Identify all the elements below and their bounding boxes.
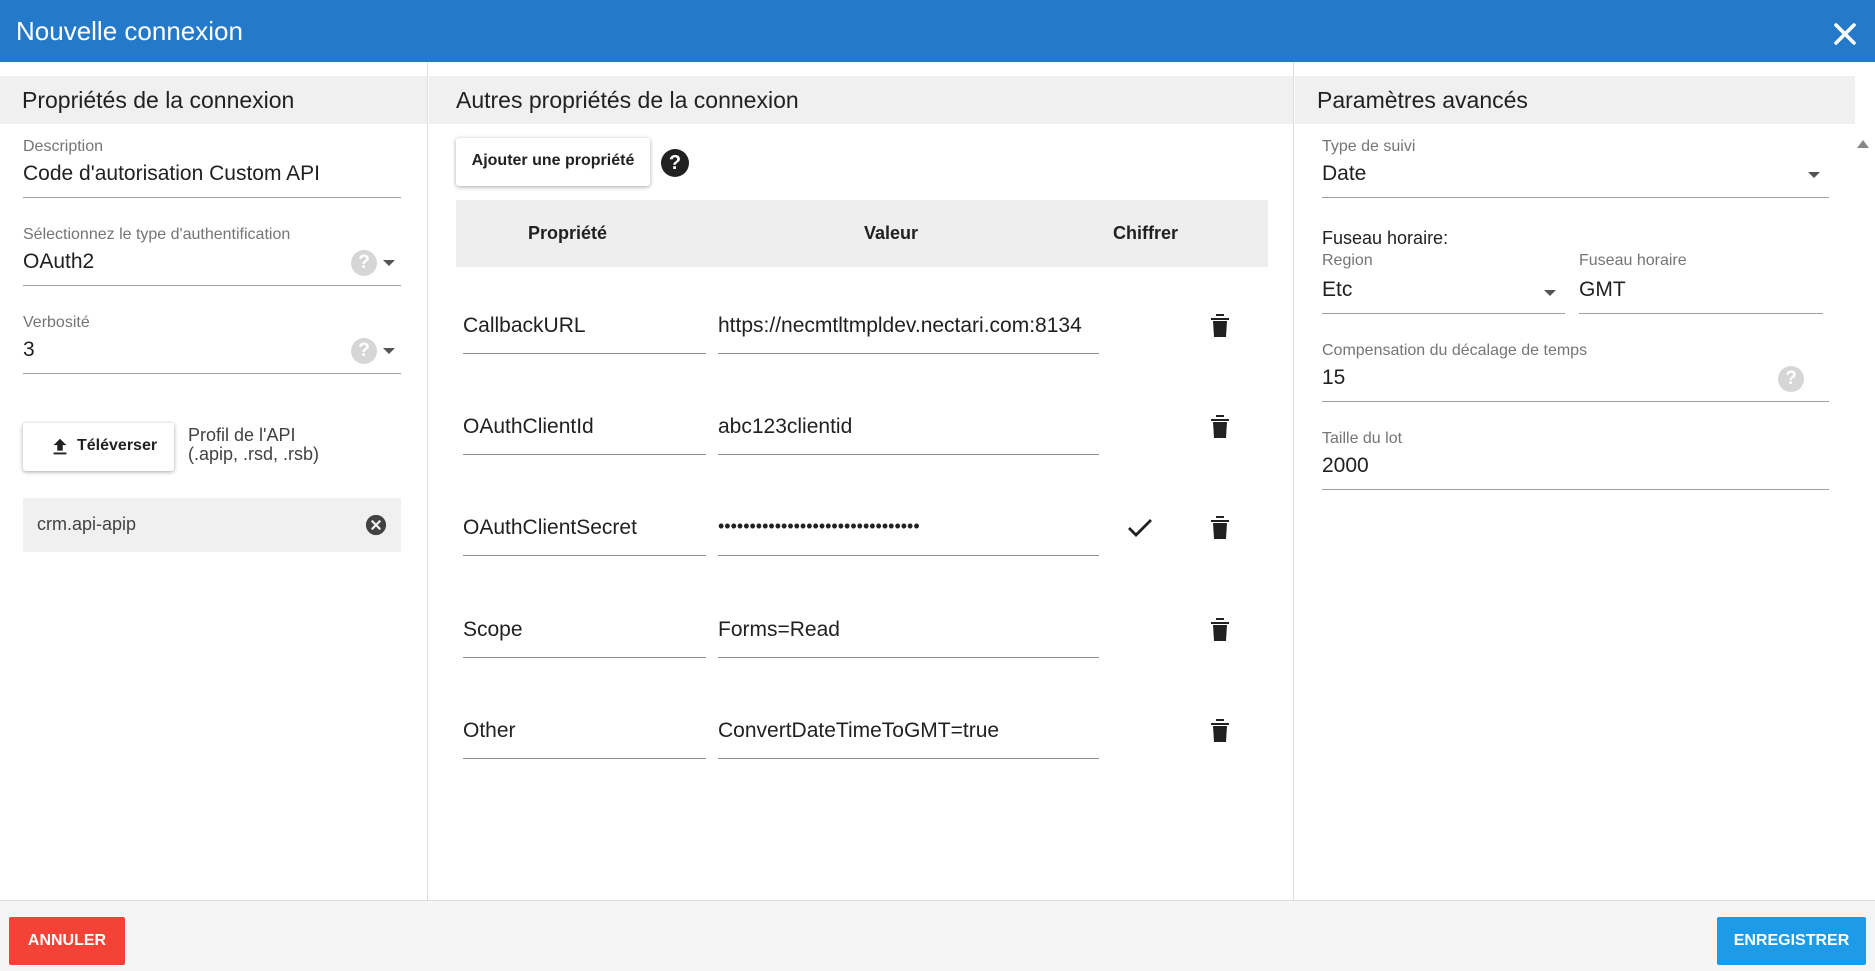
table-row: Other ConvertDateTimeToGMT=true [456, 699, 1268, 759]
tracking-type-label: Type de suivi [1322, 138, 1416, 155]
property-value-input[interactable]: https://necmtltmpldev.nectari.com:8134 [718, 294, 1099, 354]
property-name-text[interactable]: OAuthClientSecret [463, 516, 637, 540]
property-value-input[interactable]: abc123clientid [718, 395, 1099, 455]
property-name-text[interactable]: CallbackURL [463, 314, 586, 338]
api-profile-label: Profil de l'API (.apip, .rsd, .rsb) [188, 426, 319, 464]
upload-button[interactable]: Téléverser [23, 423, 174, 471]
file-chip-name: crm.api-apip [37, 514, 137, 534]
property-value-text[interactable]: ConvertDateTimeToGMT=true [718, 719, 1099, 743]
property-name-text[interactable]: Other [463, 719, 516, 743]
dialog-footer: ANNULER ENREGISTRER [0, 900, 1875, 971]
timezone-input[interactable]: Fuseau horaire GMT [1579, 252, 1823, 314]
close-icon[interactable] [1827, 16, 1863, 52]
property-name-input[interactable]: Other [463, 699, 706, 759]
table-row: CallbackURL https://necmtltmpldev.nectar… [456, 294, 1268, 354]
batch-size-input[interactable]: Taille du lot 2000 [1322, 430, 1829, 490]
remove-circle-icon[interactable] [365, 514, 387, 536]
add-property-button[interactable]: Ajouter une propriété [456, 138, 650, 186]
help-icon[interactable]: ? [351, 338, 377, 364]
tracking-type-select[interactable]: Type de suivi Date [1322, 138, 1829, 198]
description-value[interactable]: Code d'autorisation Custom API [23, 162, 320, 186]
auth-type-select[interactable]: Sélectionnez le type d'authentification … [23, 226, 401, 286]
trash-icon[interactable] [1208, 311, 1232, 339]
add-property-label: Ajouter une propriété [471, 152, 635, 169]
table-row: OAuthClientId abc123clientid [456, 395, 1268, 455]
property-name-text[interactable]: Scope [463, 618, 523, 642]
property-name-input[interactable]: OAuthClientSecret [463, 496, 706, 556]
property-name-input[interactable]: Scope [463, 598, 706, 658]
other-properties-title: Autres propriétés de la connexion [456, 87, 799, 113]
region-value[interactable]: Etc [1322, 278, 1352, 302]
scroll-up-arrow-icon[interactable] [1857, 140, 1869, 148]
trash-icon[interactable] [1208, 412, 1232, 440]
trash-icon[interactable] [1208, 615, 1232, 643]
property-value-input[interactable]: •••••••••••••••••••••••••••••••• [718, 496, 1099, 556]
file-chip: crm.api-apip [23, 498, 401, 552]
batch-size-label: Taille du lot [1322, 430, 1403, 447]
connection-properties-panel: Propriétés de la connexion Description C… [0, 62, 428, 900]
description-label: Description [23, 138, 104, 155]
time-offset-input[interactable]: Compensation du décalage de temps 15 ? [1322, 342, 1829, 402]
advanced-settings-title: Paramètres avancés [1317, 87, 1528, 113]
api-profile-line2: (.apip, .rsd, .rsb) [188, 444, 320, 464]
dialog-title: Nouvelle connexion [16, 16, 243, 46]
connection-properties-title: Propriétés de la connexion [22, 87, 295, 113]
chevron-down-icon[interactable] [1544, 290, 1556, 296]
other-properties-panel: Autres propriétés de la connexion Ajoute… [429, 62, 1294, 900]
column-header-encrypt: Chiffrer [1113, 223, 1179, 243]
chevron-down-icon[interactable] [1808, 172, 1820, 178]
chevron-down-icon[interactable] [383, 260, 395, 266]
dialog-content: Propriétés de la connexion Description C… [0, 62, 1875, 952]
trash-icon[interactable] [1208, 513, 1232, 541]
check-icon[interactable] [1126, 516, 1154, 540]
chevron-down-icon[interactable] [383, 348, 395, 354]
property-value-text[interactable]: abc123clientid [718, 415, 1099, 439]
advanced-settings-panel: Paramètres avancés Type de suivi Date Fu… [1295, 62, 1855, 900]
property-name-input[interactable]: CallbackURL [463, 294, 706, 354]
property-name-text[interactable]: OAuthClientId [463, 415, 594, 439]
save-button[interactable]: ENREGISTRER [1717, 917, 1866, 965]
batch-size-value[interactable]: 2000 [1322, 454, 1369, 478]
trash-icon[interactable] [1208, 716, 1232, 744]
timezone-label: Fuseau horaire [1579, 252, 1687, 269]
verbosity-label: Verbosité [23, 314, 90, 331]
property-value-text[interactable]: •••••••••••••••••••••••••••••••• [718, 516, 1099, 537]
table-row: Scope Forms=Read [456, 598, 1268, 658]
property-value-text[interactable]: https://necmtltmpldev.nectari.com:8134 [718, 314, 1099, 338]
region-label: Region [1322, 252, 1373, 269]
verbosity-select[interactable]: Verbosité 3 ? [23, 314, 401, 374]
property-value-input[interactable]: Forms=Read [718, 598, 1099, 658]
help-icon[interactable]: ? [351, 250, 377, 276]
upload-icon [53, 438, 67, 455]
time-offset-label: Compensation du décalage de temps [1322, 342, 1588, 359]
column-header-property: Propriété [528, 223, 608, 243]
time-offset-value[interactable]: 15 [1322, 366, 1345, 390]
connection-properties-header: Propriétés de la connexion [0, 76, 427, 124]
table-row: OAuthClientSecret ••••••••••••••••••••••… [456, 496, 1268, 556]
timezone-value[interactable]: GMT [1579, 278, 1626, 302]
cancel-button[interactable]: ANNULER [9, 917, 125, 965]
timezone-section-title: Fuseau horaire: [1322, 228, 1449, 248]
property-name-input[interactable]: OAuthClientId [463, 395, 706, 455]
auth-type-value[interactable]: OAuth2 [23, 250, 94, 274]
help-icon[interactable]: ? [1778, 366, 1804, 392]
property-value-text[interactable]: Forms=Read [718, 618, 1099, 642]
properties-table-header: Propriété Valeur Chiffrer [456, 200, 1268, 267]
other-properties-header: Autres propriétés de la connexion [429, 76, 1293, 124]
upload-label: Téléverser [77, 437, 158, 454]
verbosity-value[interactable]: 3 [23, 338, 35, 362]
tracking-type-value[interactable]: Date [1322, 162, 1366, 186]
auth-type-label: Sélectionnez le type d'authentification [23, 226, 291, 243]
dialog-titlebar: Nouvelle connexion [0, 0, 1875, 62]
region-select[interactable]: Region Etc [1322, 252, 1565, 314]
advanced-settings-header: Paramètres avancés [1295, 76, 1855, 124]
column-header-value: Valeur [864, 223, 919, 243]
help-icon[interactable]: ? [661, 149, 689, 177]
api-profile-line1: Profil de l'API [188, 425, 296, 445]
description-field[interactable]: Description Code d'autorisation Custom A… [23, 138, 401, 198]
property-value-input[interactable]: ConvertDateTimeToGMT=true [718, 699, 1099, 759]
